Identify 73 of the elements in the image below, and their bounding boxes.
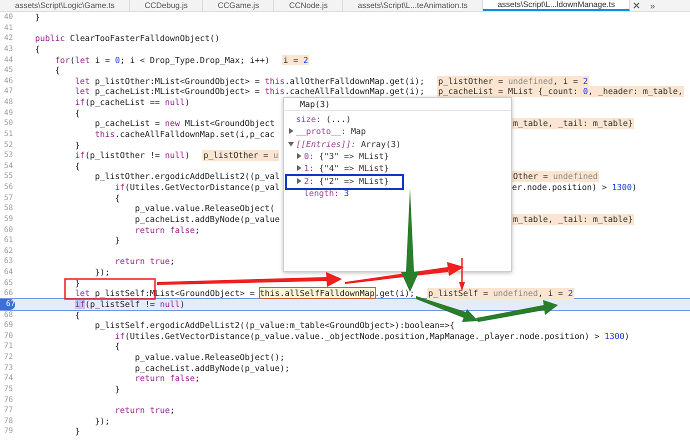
- code-line: return true;: [114, 405, 175, 416]
- property-key: size:: [296, 114, 321, 124]
- code-line: }: [114, 384, 120, 394]
- property-value: Array(3): [360, 138, 401, 149]
- property-key: 0:: [304, 151, 314, 162]
- code-line: p_listOther.ergodicAddDelList2((p_val: [94, 171, 280, 182]
- code-line: }: [74, 140, 80, 150]
- inline-value-hint: p_listSelf = undefined, i = 2: [427, 288, 574, 299]
- code-line: p_cacheList.addByNode(p_value);: [134, 362, 290, 374]
- code-line: });: [94, 416, 110, 426]
- property-value: {"2" => MList}: [318, 176, 389, 186]
- code-line: if(Utiles.GetVectorDistance(p_val: [114, 182, 280, 193]
- code-line: p_cacheList.addByNode(p_value: [134, 214, 280, 224]
- code-line: }: [34, 12, 40, 23]
- editor-tab[interactable]: assets\Script\Logic\Game.ts: [0, 0, 130, 11]
- code-line: this.cacheAllFalldownMap.set(i,p_cac: [94, 128, 275, 140]
- property-key: [[Entries]]:: [296, 138, 356, 149]
- code-line: return false;: [134, 373, 200, 384]
- collapsed-triangle-icon[interactable]: [296, 178, 302, 184]
- code-line: {: [114, 341, 120, 352]
- code-line: p_value.value.ReleaseObject(: [134, 203, 275, 214]
- code-line: {: [114, 192, 120, 204]
- code-line: {: [74, 310, 80, 320]
- code-line: }: [74, 278, 80, 288]
- property-key: 2:: [304, 176, 314, 186]
- expanded-triangle-icon[interactable]: [288, 140, 294, 147]
- code-line: }: [74, 426, 80, 437]
- code-line: if(p_cacheList == null): [74, 97, 190, 108]
- property-value: Map: [350, 126, 366, 136]
- code-line: if(Utiles.GetVectorDistance(p_value.value._objectNode.position,MapManage._player.node.position) > 1300): [114, 330, 630, 342]
- inline-value-hint: p_listOther = undefined, i = 2: [437, 76, 590, 86]
- arrow: [416, 296, 478, 322]
- property-key: 1:: [304, 163, 314, 174]
- code-line: });: [94, 267, 110, 278]
- code-line: if(p_listOther != null): [74, 150, 190, 161]
- inline-value-hint: m_table, _tail: m_table}: [512, 118, 634, 129]
- code-line: er.node.position) > 1300): [512, 182, 637, 193]
- code-line: }: [114, 235, 120, 246]
- property-key: __proto__:: [296, 126, 346, 136]
- code-line: {: [54, 65, 60, 76]
- code-line: {: [74, 108, 80, 118]
- code-line: return false;: [134, 224, 200, 236]
- inline-value-hint: p_listOther = u: [202, 150, 280, 161]
- inline-value-hint: m_table, _tail: m_table}: [512, 214, 634, 224]
- close-icon[interactable]: [632, 2, 640, 9]
- collapsed-triangle-icon[interactable]: [288, 128, 294, 134]
- property-value: {"4" => MList}: [318, 163, 389, 174]
- collapsed-triangle-icon[interactable]: [296, 153, 302, 160]
- code-line: let p_listOther:MList<GroundObject> = this.allOtherFalldownMap.get(i);: [74, 76, 425, 86]
- editor-tab[interactable]: assets\Script\L...ldownManage.ts: [482, 0, 630, 11]
- code-line: p_listSelf.ergodicAddDelList2((p_value:m_table<GroundObject>):boolean=>{: [94, 320, 455, 331]
- code-line: p_value.value.ReleaseObject();: [134, 352, 285, 363]
- code-line: {: [74, 160, 80, 172]
- property-value: {"3" => MList}: [318, 151, 389, 162]
- inline-value-hint: p_cacheList = MList {_count: 0, _header: m_table,: [437, 86, 684, 97]
- inline-value-hint: i = 2: [282, 54, 310, 66]
- property-key: length:: [304, 188, 339, 198]
- code-line: {: [34, 44, 40, 54]
- code-line: let p_cacheList:MList<GroundObject> = this.cacheAllFalldownMap.get(i);: [74, 86, 425, 97]
- editor-tab[interactable]: CCNode.js: [274, 0, 343, 11]
- collapsed-triangle-icon[interactable]: [296, 165, 302, 172]
- editor-tab[interactable]: CCDebug.js: [130, 0, 203, 11]
- code-line: return true;: [114, 256, 175, 267]
- code-line: p_cacheList = new MList<GroundObject: [94, 118, 275, 129]
- popup-title: Map(3): [284, 98, 511, 111]
- inline-value-hint: Other = undefined: [512, 171, 599, 182]
- editor-tab[interactable]: CCGame.js: [202, 0, 274, 11]
- code-line: public ClearTooFasterFalldownObject(): [34, 33, 220, 44]
- overflow-chevron[interactable]: »: [650, 0, 655, 10]
- property-value: (...): [326, 114, 351, 124]
- code-line: if(p_listSelf != null): [74, 298, 185, 310]
- code-line: for(let i = 0; i < Drop_Type.Drop_Max; i++): [54, 54, 270, 66]
- property-value: 3: [344, 188, 349, 198]
